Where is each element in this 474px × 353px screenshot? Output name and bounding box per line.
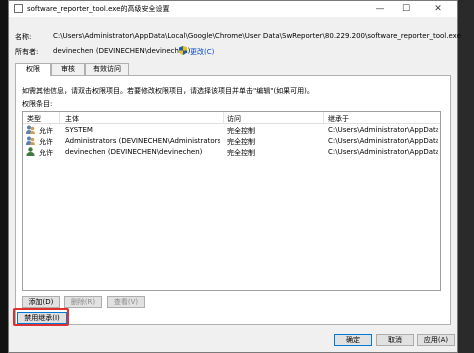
column-principal[interactable]: 主体 xyxy=(65,114,79,124)
remove-button[interactable]: 删除(R) xyxy=(64,296,102,308)
permission-row[interactable]: 允许 Administrators (DEVINECHEN\Administra… xyxy=(23,135,440,146)
column-type[interactable]: 类型 xyxy=(27,114,41,124)
close-button[interactable]: ✕ xyxy=(427,1,449,17)
row-type: 允许 xyxy=(39,149,53,157)
list-header: 类型 主体 访问 继承于 xyxy=(23,112,440,124)
change-owner-link[interactable]: 更改(C) xyxy=(190,47,214,57)
window-title: software_reporter_tool.exe的高级安全设置 xyxy=(27,5,170,13)
apply-button[interactable]: 应用(A) xyxy=(417,334,455,346)
row-principal: devinechen (DEVINECHEN\devinechen) xyxy=(65,148,203,156)
permission-row[interactable]: 允许 devinechen (DEVINECHEN\devinechen) 完全… xyxy=(23,146,440,157)
permission-entries-list[interactable]: 类型 主体 访问 继承于 允许 SYSTEM 完全控制 C:\Users\Adm… xyxy=(22,111,441,291)
row-inherited: C:\Users\Administrator\AppData\Local\ xyxy=(328,126,438,134)
tab-effective-access[interactable]: 有效访问 xyxy=(85,63,129,75)
background-right xyxy=(458,0,474,353)
instruction-text: 如需其他信息，请双击权限项目。若要修改权限项目，请选择该项目并单击"编辑"(如果… xyxy=(22,87,314,95)
window-icon xyxy=(14,4,23,13)
uac-shield-icon xyxy=(179,46,187,55)
add-button[interactable]: 添加(D) xyxy=(22,296,60,308)
name-value: C:\Users\Administrator\AppData\Local\Goo… xyxy=(53,32,461,40)
row-principal: SYSTEM xyxy=(65,126,93,134)
background-left xyxy=(0,0,8,353)
row-inherited: C:\Users\Administrator\AppData\Local\ xyxy=(328,148,438,156)
ok-button[interactable]: 确定 xyxy=(334,334,372,346)
column-access[interactable]: 访问 xyxy=(227,114,241,124)
user-group-icon xyxy=(26,125,35,134)
maximize-button[interactable]: ☐ xyxy=(395,1,417,17)
user-icon xyxy=(26,147,35,156)
row-access: 完全控制 xyxy=(227,149,255,157)
red-highlight-box xyxy=(13,308,69,326)
permission-row[interactable]: 允许 SYSTEM 完全控制 C:\Users\Administrator\Ap… xyxy=(23,124,440,135)
permission-entries-label: 权限条目: xyxy=(22,100,53,108)
row-principal: Administrators (DEVINECHEN\Administrator… xyxy=(65,137,220,145)
name-label: 名称: xyxy=(15,33,32,41)
security-settings-dialog: software_reporter_tool.exe的高级安全设置 — ☐ ✕ … xyxy=(8,0,461,353)
title-bar: software_reporter_tool.exe的高级安全设置 — ☐ ✕ xyxy=(9,1,457,17)
view-button[interactable]: 查看(V) xyxy=(107,296,145,308)
permissions-panel: 如需其他信息，请双击权限项目。若要修改权限项目，请选择该项目并单击"编辑"(如果… xyxy=(15,75,451,325)
tab-permissions[interactable]: 权限 xyxy=(15,63,51,76)
row-inherited: C:\Users\Administrator\AppData\Local\ xyxy=(328,137,438,145)
owner-label: 所有者: xyxy=(15,48,39,56)
minimize-button[interactable]: — xyxy=(369,1,391,17)
user-group-icon xyxy=(26,136,35,145)
column-inherited-from[interactable]: 继承于 xyxy=(328,114,349,124)
tab-auditing[interactable]: 审核 xyxy=(51,63,85,75)
cancel-button[interactable]: 取消 xyxy=(376,334,414,346)
owner-value: devinechen (DEVINECHEN\devinechen) xyxy=(53,47,191,55)
